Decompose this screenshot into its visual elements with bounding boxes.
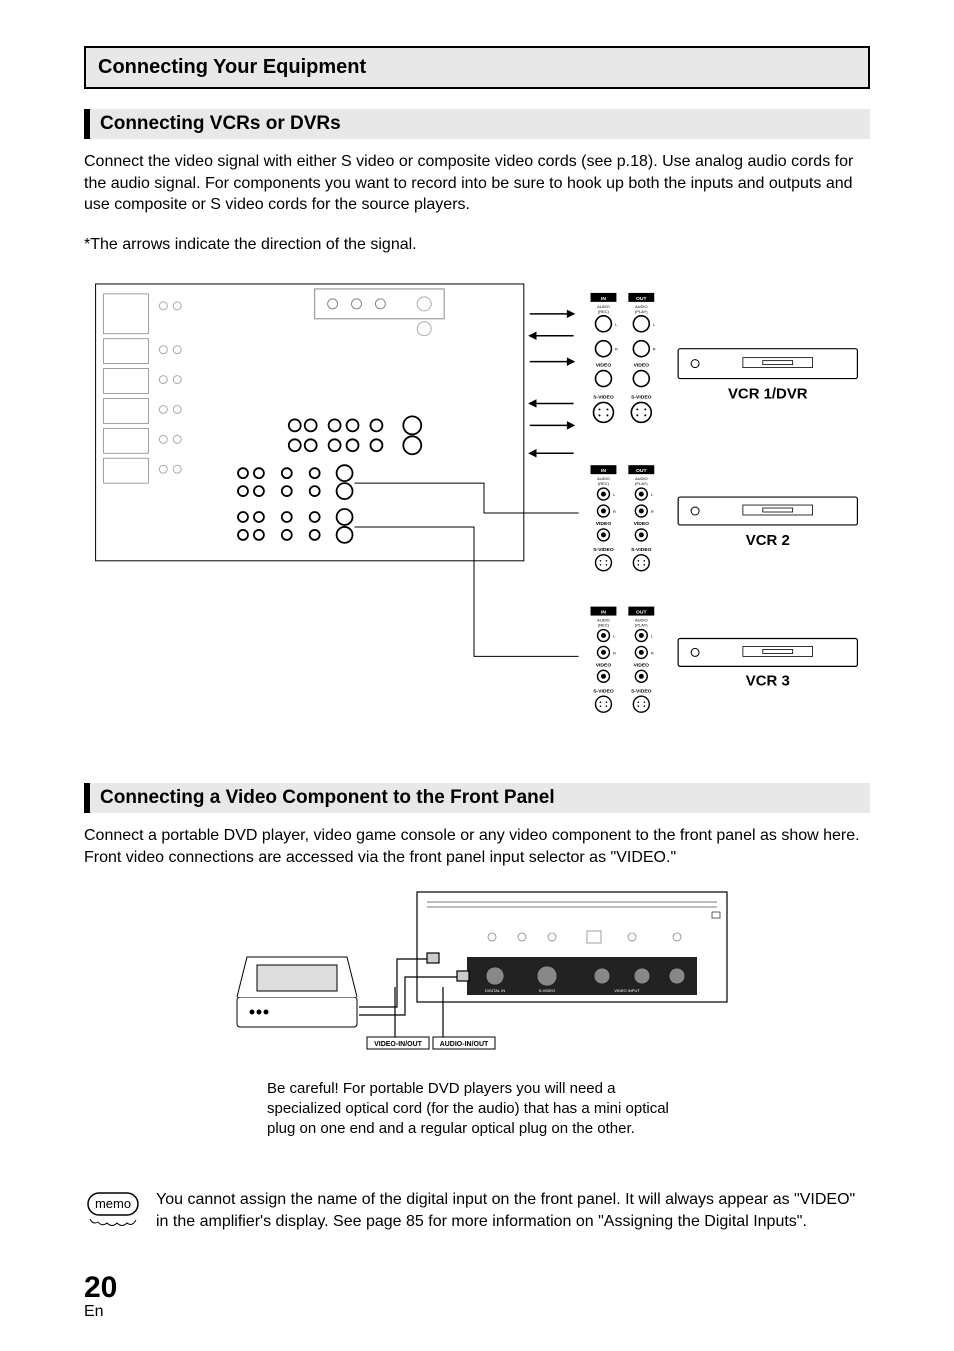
svg-text:R: R [651,509,654,514]
svg-text:(REC): (REC) [598,623,610,628]
svg-text:S-VIDEO: S-VIDEO [631,689,652,695]
label-vcr2: VCR 2 [746,532,790,549]
memo-text: You cannot assign the name of the digita… [156,1189,870,1232]
svg-text:VIDEO: VIDEO [634,521,650,527]
svg-text:OUT: OUT [636,296,647,302]
svg-text:(REC): (REC) [598,309,610,314]
page-footer: 20 En [84,1273,870,1321]
memo-icon: memo [84,1189,142,1235]
svg-text:(PLAY): (PLAY) [635,623,648,628]
svg-text:VIDEO: VIDEO [634,363,650,369]
svg-text:L: L [613,492,616,497]
svg-text:IN: IN [601,296,606,302]
chapter-title: Connecting Your Equipment [98,56,856,79]
svg-text:OUT: OUT [636,610,647,616]
svg-text:(PLAY): (PLAY) [635,309,648,314]
page-language: En [84,1303,870,1321]
svg-text:(PLAY): (PLAY) [635,481,648,486]
label-video-input: VIDEO INPUT [614,988,640,993]
section1-bar: Connecting VCRs or DVRs [84,109,870,139]
section1-title: Connecting VCRs or DVRs [100,113,860,135]
svg-text:(REC): (REC) [598,481,610,486]
label-vcr1-dvr: VCR 1/DVR [728,386,808,403]
svg-text:S-VIDEO: S-VIDEO [593,689,614,695]
svg-text:S-VIDEO: S-VIDEO [631,547,652,553]
diagram-front-panel: DIGITAL IN S-VIDEO VIDEO INPUT VIDEO-IN/… [84,887,870,1057]
memo-row: memo You cannot assign the name of the d… [84,1189,870,1235]
label-video-inout: VIDEO-IN/OUT [374,1041,423,1048]
svg-text:L: L [613,634,616,639]
label-s-video: S-VIDEO [539,988,555,993]
svg-text:memo: memo [95,1196,131,1211]
svg-text:VIDEO: VIDEO [596,363,612,369]
svg-text:S-VIDEO: S-VIDEO [631,395,652,401]
label-audio-inout: AUDIO-IN/OUT [440,1041,489,1048]
svg-text:VIDEO: VIDEO [596,521,612,527]
svg-text:L: L [615,322,618,327]
svg-text:VIDEO: VIDEO [596,663,612,669]
svg-text:L: L [653,322,656,327]
label-vcr3: VCR 3 [746,673,790,690]
section2-paragraph: Connect a portable DVD player, video gam… [84,825,870,868]
section2-caution: Be careful! For portable DVD players you… [267,1079,687,1140]
section2-bar: Connecting a Video Component to the Fron… [84,783,870,813]
section1-paragraph: Connect the video signal with either S v… [84,151,870,216]
svg-text:S-VIDEO: S-VIDEO [593,395,614,401]
svg-text:OUT: OUT [636,469,647,475]
svg-text:VIDEO: VIDEO [634,663,650,669]
chapter-bar: Connecting Your Equipment [84,46,870,89]
label-digital-in: DIGITAL IN [485,988,505,993]
section1-note: *The arrows indicate the direction of th… [84,234,870,256]
svg-text:R: R [651,651,654,656]
svg-text:R: R [613,651,616,656]
svg-text:R: R [613,509,616,514]
svg-text:IN: IN [601,469,606,475]
page-number: 20 [84,1273,870,1303]
svg-text:R: R [653,347,656,352]
section2-title: Connecting a Video Component to the Fron… [100,787,860,809]
svg-text:IN: IN [601,610,606,616]
diagram-vcr-connections: IN OUT AUDIO(REC) AUDIO(PLAY) LL RR VIDE… [84,273,870,753]
svg-text:R: R [615,347,618,352]
svg-text:S-VIDEO: S-VIDEO [593,547,614,553]
svg-text:L: L [651,634,654,639]
svg-text:L: L [651,492,654,497]
